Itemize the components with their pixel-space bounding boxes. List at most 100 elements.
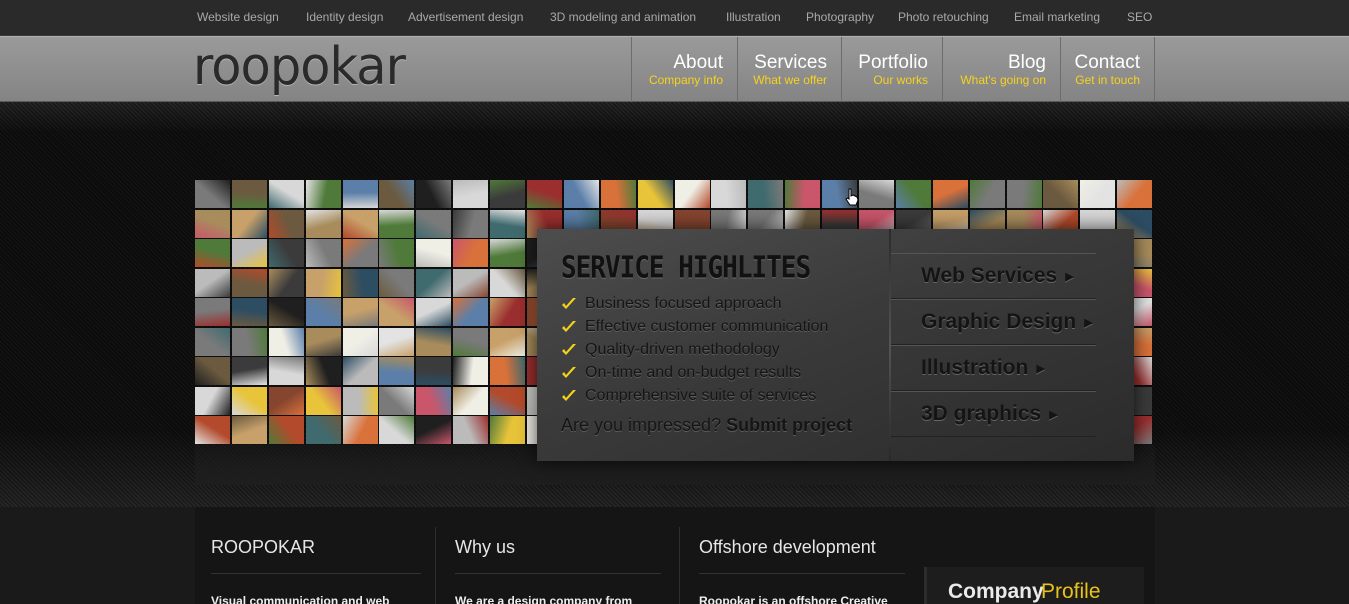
portfolio-thumbnail[interactable] xyxy=(379,357,415,385)
portfolio-thumbnail[interactable] xyxy=(453,268,489,297)
portfolio-thumbnail[interactable] xyxy=(268,298,304,326)
portfolio-thumbnail[interactable] xyxy=(195,416,230,444)
portfolio-thumbnail[interactable] xyxy=(268,268,304,297)
portfolio-thumbnail[interactable] xyxy=(305,209,341,238)
portfolio-thumbnail[interactable] xyxy=(416,239,452,267)
portfolio-thumbnail[interactable] xyxy=(490,416,526,444)
portfolio-thumbnail[interactable] xyxy=(342,386,378,415)
portfolio-thumbnail[interactable] xyxy=(1043,180,1079,208)
portfolio-thumbnail[interactable] xyxy=(379,239,415,267)
service-illustration[interactable]: Illustration ▶ xyxy=(891,345,1096,391)
nav-blog[interactable]: Blog What's going on xyxy=(942,37,1060,102)
portfolio-thumbnail[interactable] xyxy=(195,298,230,326)
portfolio-thumbnail[interactable] xyxy=(342,209,378,238)
portfolio-thumbnail[interactable] xyxy=(1080,180,1116,208)
portfolio-thumbnail[interactable] xyxy=(231,180,267,208)
portfolio-thumbnail[interactable] xyxy=(1117,180,1153,208)
portfolio-thumbnail[interactable] xyxy=(231,298,267,326)
portfolio-thumbnail[interactable] xyxy=(305,180,341,208)
nav-services[interactable]: Services What we offer xyxy=(737,37,841,102)
portfolio-thumbnail[interactable] xyxy=(453,239,489,267)
portfolio-thumbnail[interactable] xyxy=(231,416,267,444)
portfolio-thumbnail[interactable] xyxy=(195,327,230,356)
portfolio-thumbnail[interactable] xyxy=(600,180,636,208)
top-link-advertisement-design[interactable]: Advertisement design xyxy=(408,10,523,24)
portfolio-thumbnail[interactable] xyxy=(785,180,821,208)
portfolio-thumbnail[interactable] xyxy=(416,327,452,356)
portfolio-thumbnail[interactable] xyxy=(195,357,230,385)
top-link-email-marketing[interactable]: Email marketing xyxy=(1014,10,1100,24)
portfolio-thumbnail[interactable] xyxy=(195,209,230,238)
portfolio-thumbnail[interactable] xyxy=(416,298,452,326)
portfolio-thumbnail[interactable] xyxy=(305,386,341,415)
portfolio-thumbnail[interactable] xyxy=(268,327,304,356)
portfolio-thumbnail[interactable] xyxy=(490,180,526,208)
portfolio-thumbnail[interactable] xyxy=(379,180,415,208)
portfolio-thumbnail[interactable] xyxy=(231,268,267,297)
company-profile-button[interactable]: Company Profile xyxy=(924,567,1144,604)
portfolio-thumbnail[interactable] xyxy=(268,209,304,238)
portfolio-thumbnail[interactable] xyxy=(342,239,378,267)
portfolio-thumbnail[interactable] xyxy=(490,239,526,267)
portfolio-thumbnail[interactable] xyxy=(342,180,378,208)
portfolio-thumbnail[interactable] xyxy=(859,180,895,208)
portfolio-thumbnail[interactable] xyxy=(379,268,415,297)
top-link-3d-modeling[interactable]: 3D modeling and animation xyxy=(550,10,696,24)
service-web-services[interactable]: Web Services ▶ xyxy=(891,253,1096,299)
portfolio-thumbnail[interactable] xyxy=(453,416,489,444)
portfolio-thumbnail[interactable] xyxy=(342,357,378,385)
portfolio-thumbnail[interactable] xyxy=(342,298,378,326)
portfolio-thumbnail[interactable] xyxy=(379,298,415,326)
portfolio-thumbnail[interactable] xyxy=(305,416,341,444)
portfolio-thumbnail[interactable] xyxy=(231,239,267,267)
top-link-photo-retouching[interactable]: Photo retouching xyxy=(898,10,989,24)
portfolio-thumbnail[interactable] xyxy=(490,268,526,297)
portfolio-thumbnail[interactable] xyxy=(305,268,341,297)
portfolio-thumbnail[interactable] xyxy=(490,357,526,385)
portfolio-thumbnail[interactable] xyxy=(231,327,267,356)
portfolio-thumbnail[interactable] xyxy=(379,416,415,444)
portfolio-thumbnail[interactable] xyxy=(195,268,230,297)
portfolio-thumbnail[interactable] xyxy=(969,180,1005,208)
portfolio-thumbnail[interactable] xyxy=(527,180,563,208)
top-link-illustration[interactable]: Illustration xyxy=(726,10,781,24)
top-link-photography[interactable]: Photography xyxy=(806,10,874,24)
portfolio-thumbnail[interactable] xyxy=(342,416,378,444)
portfolio-thumbnail[interactable] xyxy=(637,180,673,208)
portfolio-thumbnail[interactable] xyxy=(342,268,378,297)
portfolio-thumbnail[interactable] xyxy=(231,209,267,238)
portfolio-thumbnail[interactable] xyxy=(932,180,968,208)
portfolio-thumbnail[interactable] xyxy=(379,386,415,415)
top-link-identity-design[interactable]: Identity design xyxy=(306,10,383,24)
portfolio-thumbnail[interactable] xyxy=(748,180,784,208)
site-logo[interactable]: roopokar xyxy=(193,37,406,97)
portfolio-thumbnail[interactable] xyxy=(305,327,341,356)
portfolio-thumbnail[interactable] xyxy=(268,386,304,415)
portfolio-thumbnail[interactable] xyxy=(453,298,489,326)
portfolio-thumbnail[interactable] xyxy=(490,209,526,238)
portfolio-thumbnail[interactable] xyxy=(231,357,267,385)
portfolio-thumbnail[interactable] xyxy=(416,386,452,415)
portfolio-thumbnail[interactable] xyxy=(453,209,489,238)
portfolio-thumbnail[interactable] xyxy=(453,357,489,385)
portfolio-thumbnail[interactable] xyxy=(268,180,304,208)
portfolio-thumbnail[interactable] xyxy=(416,209,452,238)
portfolio-thumbnail[interactable] xyxy=(1006,180,1042,208)
portfolio-thumbnail[interactable] xyxy=(453,386,489,415)
service-graphic-design[interactable]: Graphic Design ▶ xyxy=(891,299,1096,345)
portfolio-thumbnail[interactable] xyxy=(379,209,415,238)
portfolio-thumbnail[interactable] xyxy=(379,327,415,356)
portfolio-thumbnail[interactable] xyxy=(563,180,599,208)
portfolio-thumbnail[interactable] xyxy=(674,180,710,208)
nav-contact[interactable]: Contact Get in touch xyxy=(1060,37,1154,102)
portfolio-thumbnail[interactable] xyxy=(195,180,230,208)
portfolio-thumbnail[interactable] xyxy=(268,416,304,444)
portfolio-thumbnail[interactable] xyxy=(342,327,378,356)
portfolio-thumbnail[interactable] xyxy=(305,239,341,267)
nav-about[interactable]: About Company info xyxy=(631,37,737,102)
top-link-website-design[interactable]: Website design xyxy=(197,10,279,24)
portfolio-thumbnail[interactable] xyxy=(416,180,452,208)
top-link-seo[interactable]: SEO xyxy=(1127,10,1152,24)
submit-project-link[interactable]: Submit project xyxy=(726,415,852,435)
portfolio-thumbnail[interactable] xyxy=(453,180,489,208)
